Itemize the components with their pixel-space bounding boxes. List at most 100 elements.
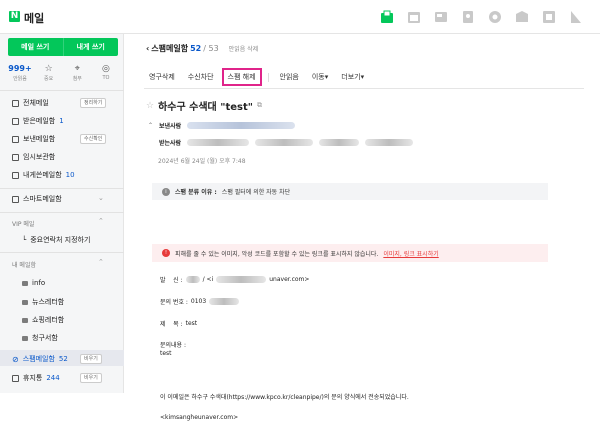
footer-email: <kimsangheunaver.com> [160, 414, 239, 421]
recipient-redacted[interactable] [255, 139, 314, 146]
sidebar-item-label: 내게쓴메일함 [23, 171, 62, 179]
popout-icon[interactable]: ⧉ [257, 101, 262, 110]
move-label: 이동 [311, 73, 325, 81]
quick-to[interactable]: ◎ TO [94, 64, 118, 82]
sidebar-item-label: 임시보관함 [23, 153, 56, 161]
read-receipt-button[interactable]: 수신확인 [80, 134, 107, 144]
apps-icon[interactable] [541, 9, 557, 25]
star-icon[interactable]: ☆ [146, 101, 154, 111]
sidebar-item-spam[interactable]: ⊘ 스팸메일함 52 [12, 354, 68, 364]
spam-count: 52 [58, 355, 68, 363]
sidebar-item-smart[interactable]: 스마트메일함 [12, 194, 62, 204]
folder-item[interactable]: info [22, 279, 45, 287]
body-from: 발 신 : / <i unaver.com> [160, 275, 309, 284]
sender-row: ⌃ 보낸사람 [148, 121, 296, 130]
redacted [185, 276, 200, 283]
chevron-up-icon[interactable]: ⌃ [98, 217, 104, 225]
vip-add-contact[interactable]: └ 중요연락처 지정하기 [22, 235, 90, 245]
body-footer-email: <kimsangheunaver.com> [160, 414, 238, 421]
block-sender-button[interactable]: 수신차단 [182, 69, 219, 85]
unspam-button[interactable]: 스팸 해제 [221, 68, 262, 86]
from-value: / <i [202, 276, 214, 283]
sidebar-item-all[interactable]: 전체메일 [12, 98, 49, 108]
sidebar-item-sent[interactable]: 보낸메일함 [12, 134, 55, 144]
vip-header[interactable]: VIP 메일 [12, 219, 34, 228]
content-value: test [160, 350, 172, 357]
divider [0, 252, 124, 253]
sidebar-item-label: 스마트메일함 [23, 195, 62, 203]
empty-trash-button[interactable]: 비우기 [80, 373, 102, 383]
quick-unread-label: 안읽음 [13, 76, 27, 82]
recipient-redacted[interactable] [365, 139, 414, 146]
quick-attach[interactable]: ⌖ 첨부 [65, 64, 89, 82]
drive-icon[interactable] [514, 9, 530, 25]
body-content: test [160, 350, 172, 357]
redacted [216, 276, 267, 283]
naver-logo[interactable]: N [9, 11, 20, 22]
body-content-label: 문의내용 : [160, 340, 186, 349]
sidebar-item-trash[interactable]: 휴지통 244 [12, 373, 60, 383]
bookmark-icon[interactable] [568, 9, 584, 25]
body-title: 제 목 : test [160, 319, 197, 328]
more-label: 더보기 [341, 73, 361, 81]
delete-forever-button[interactable]: 영구삭제 [144, 69, 180, 85]
block-icon: ⊘ [12, 354, 19, 364]
recipient-redacted[interactable] [187, 139, 250, 146]
clip-icon: ⌖ [74, 64, 80, 74]
write-mail-button[interactable]: 메일 쓰기 [8, 38, 64, 56]
organize-button[interactable]: 정리하기 [80, 98, 107, 108]
sidebar-item-label: 전체메일 [23, 99, 49, 107]
sidebar-item-drafts[interactable]: 임시보관함 [12, 152, 55, 162]
folder-icon [22, 317, 28, 323]
divider [0, 90, 124, 91]
sender-label: 보낸사람 [159, 123, 182, 130]
app-title[interactable]: 메일 [24, 10, 44, 26]
self-mail-icon [12, 171, 19, 179]
contacts-icon[interactable] [460, 9, 476, 25]
warning-text: 피해를 줄 수 있는 이미지, 악성 코드를 포함할 수 있는 링크를 표시하지… [175, 250, 379, 258]
back-arrow-icon[interactable]: ‹ [146, 44, 149, 53]
settings-icon[interactable] [487, 9, 503, 25]
inbox-icon [12, 117, 19, 125]
sidebar-item-self[interactable]: 내게쓴메일함 10 [12, 170, 75, 180]
chevron-up-icon[interactable]: ⌃ [148, 122, 153, 129]
trash-icon [12, 374, 19, 382]
sender-address-redacted[interactable] [187, 122, 296, 129]
spam-reason-text: 스팸 필터에 의한 자동 차단 [221, 189, 291, 196]
show-images-link[interactable]: 이미지, 링크 표시하기 [383, 249, 438, 258]
note-icon[interactable] [433, 9, 449, 25]
sidebar: 메일 쓰기 내게 쓰기 999+ 안읽음 ☆ 중요 ⌖ 첨부 ◎ TO 전체메일 정리하… [0, 34, 124, 393]
empty-spam-button[interactable]: 비우기 [80, 354, 102, 364]
mark-unread-button[interactable]: 안읽음 [274, 69, 304, 85]
mail-home-icon[interactable] [379, 9, 395, 25]
my-mailbox-header[interactable]: 내 메일함 [12, 260, 36, 269]
recipient-redacted[interactable] [319, 139, 360, 146]
folder-item[interactable]: 청구서함 [22, 333, 58, 343]
body-footer: 이 이메일은 하수구 수색대(https://www.kpco.kr/clean… [160, 392, 409, 401]
more-dropdown[interactable]: 더보기▾ [336, 69, 370, 85]
info-icon: i [162, 187, 170, 196]
calendar-icon[interactable] [406, 9, 422, 25]
sidebar-item-inbox[interactable]: 받은메일함 1 [12, 116, 64, 126]
folder-item[interactable]: 쇼핑레터함 [22, 315, 64, 325]
trash-count: 244 [46, 374, 60, 382]
corner-arrow-icon: └ [22, 236, 27, 244]
folder-item[interactable]: 뉴스레터함 [22, 297, 64, 307]
chevron-up-icon[interactable]: ⌃ [98, 258, 104, 266]
delete-unread-link[interactable]: 안읽음 삭제 [229, 44, 259, 53]
write-to-me-button[interactable]: 내게 쓰기 [64, 38, 119, 56]
quick-important[interactable]: ☆ 중요 [37, 64, 61, 82]
quick-attach-label: 첨부 [72, 76, 82, 82]
star-icon: ☆ [44, 64, 53, 74]
move-dropdown[interactable]: 이동▾ [306, 69, 334, 85]
mail-subject: ☆ 하수구 수색대 "test" ⧉ [146, 98, 262, 114]
chevron-down-icon[interactable]: ⌄ [98, 194, 104, 202]
recipient-label: 받는사람 [159, 140, 182, 147]
page-title: 스팸메일함 [151, 44, 189, 53]
divider [0, 212, 124, 213]
draft-icon [12, 153, 19, 161]
send-icon [12, 135, 19, 143]
quick-unread[interactable]: 999+ 안읽음 [8, 64, 32, 82]
unread-count: 999+ [8, 64, 32, 73]
caret-down-icon: ▾ [360, 73, 365, 81]
